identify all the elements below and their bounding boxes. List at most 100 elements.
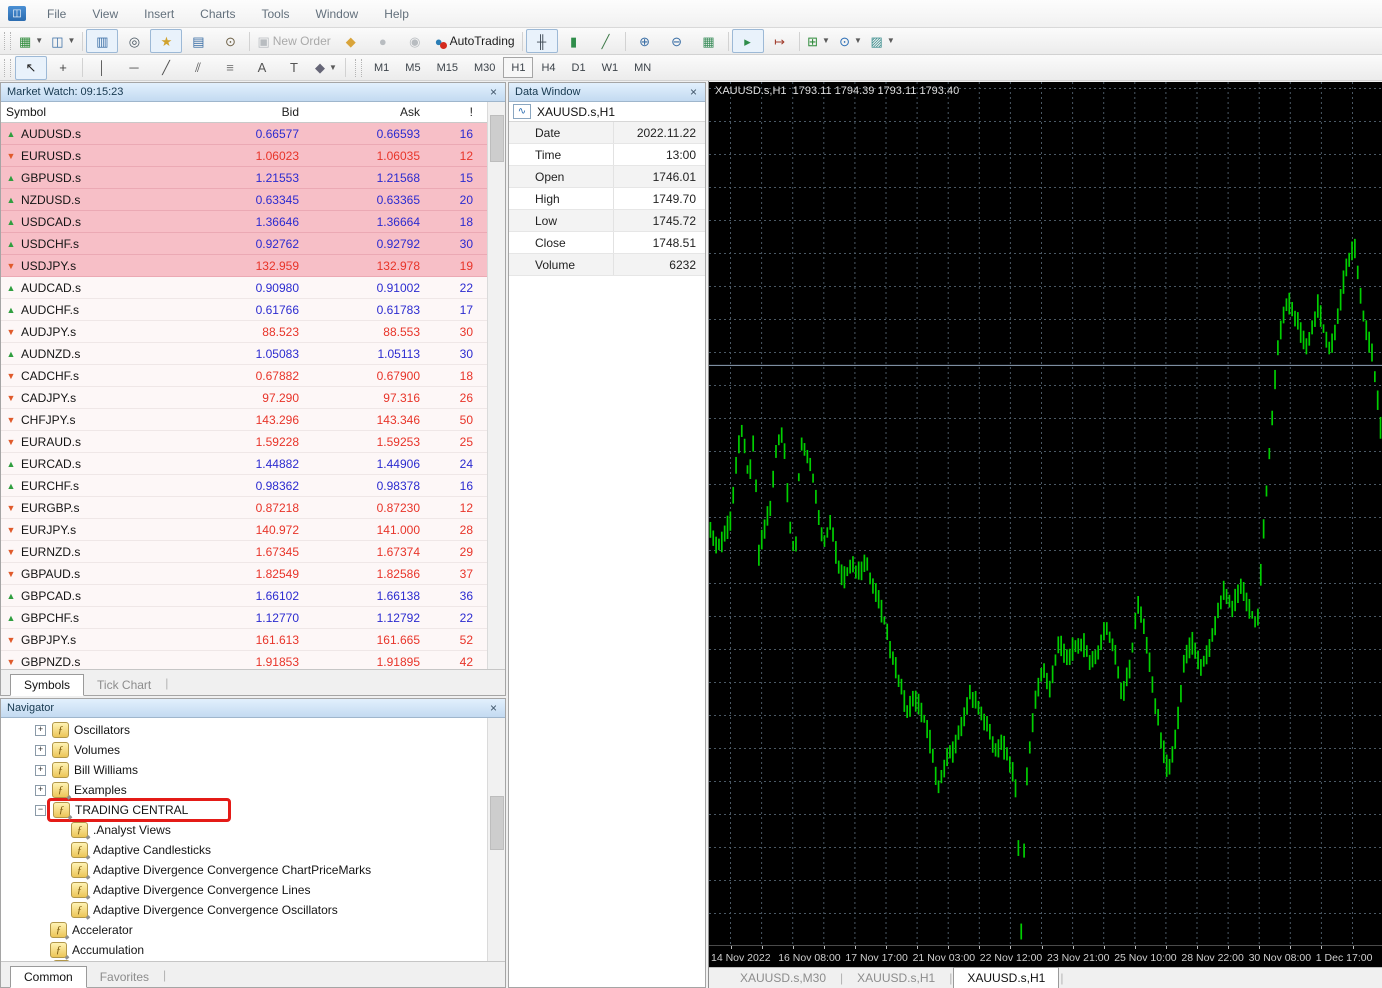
bar-chart-mode-button[interactable]: ╫ xyxy=(526,29,558,53)
new-chart-button[interactable]: ▦▼ xyxy=(15,29,47,53)
tree-item-adaptive-divergence-convergence-chartpricemarks[interactable]: ƒAdaptive Divergence Convergence ChartPr… xyxy=(1,860,505,880)
text-tool[interactable]: A xyxy=(246,56,278,80)
horizontal-line-tool[interactable]: ─ xyxy=(118,56,150,80)
timeframe-m15-button[interactable]: M15 xyxy=(429,57,466,78)
line-chart-mode-button[interactable]: ╱ xyxy=(590,29,622,53)
chevron-down-icon[interactable]: ▼ xyxy=(887,37,895,45)
market-watch-titlebar[interactable]: Market Watch: 09:15:23 × xyxy=(1,83,505,102)
market-watch-scrollbar[interactable] xyxy=(487,102,505,670)
tree-item--analyst-views[interactable]: ƒ.Analyst Views xyxy=(1,820,505,840)
column-header-ask[interactable]: Ask xyxy=(307,105,428,119)
periods-button[interactable]: ⊙▼ xyxy=(835,29,867,53)
table-row-usdjpy.s[interactable]: ▼USDJPY.s132.959132.97819 xyxy=(1,255,505,277)
timeframe-m30-button[interactable]: M30 xyxy=(466,57,503,78)
market-watch-tab-symbols[interactable]: Symbols xyxy=(10,674,84,696)
chart-time-axis[interactable]: 14 Nov 202216 Nov 08:0017 Nov 17:0021 No… xyxy=(709,945,1382,967)
table-row-eurnzd.s[interactable]: ▼EURNZD.s1.673451.6737429 xyxy=(1,541,505,563)
terminal-toggle[interactable]: ▤ xyxy=(182,29,214,53)
tree-item-volumes[interactable]: +ƒVolumes xyxy=(1,740,505,760)
scrollbar-thumb[interactable] xyxy=(490,115,504,162)
autotrading-button[interactable]: ●AutoTrading xyxy=(431,29,519,53)
vertical-line-tool[interactable]: │ xyxy=(86,56,118,80)
zoom-in-button[interactable]: ⊕ xyxy=(629,29,661,53)
table-row-audchf.s[interactable]: ▲AUDCHF.s0.617660.6178317 xyxy=(1,299,505,321)
table-row-audusd.s[interactable]: ▲AUDUSD.s0.665770.6659316 xyxy=(1,123,505,145)
timeframe-h4-button[interactable]: H4 xyxy=(533,57,563,78)
crosshair-tool[interactable]: + xyxy=(47,56,79,80)
expand-plus-icon[interactable]: + xyxy=(35,785,46,796)
navigator-tab-favorites[interactable]: Favorites xyxy=(87,967,162,987)
close-icon[interactable]: × xyxy=(688,86,699,98)
chevron-down-icon[interactable]: ▼ xyxy=(35,37,43,45)
menu-help[interactable]: Help xyxy=(371,2,422,26)
chevron-down-icon[interactable]: ▼ xyxy=(329,64,337,72)
table-row-eurusd.s[interactable]: ▼EURUSD.s1.060231.0603512 xyxy=(1,145,505,167)
timeframe-mn-button[interactable]: MN xyxy=(626,57,659,78)
table-row-eurgbp.s[interactable]: ▼EURGBP.s0.872180.8723012 xyxy=(1,497,505,519)
chart-tab-xauusd-s-m30[interactable]: XAUUSD.s,M30 xyxy=(727,968,839,988)
expand-plus-icon[interactable]: + xyxy=(35,745,46,756)
tree-item-adaptive-candlesticks[interactable]: ƒAdaptive Candlesticks xyxy=(1,840,505,860)
table-row-cadjpy.s[interactable]: ▼CADJPY.s97.29097.31626 xyxy=(1,387,505,409)
collapse-minus-icon[interactable]: − xyxy=(35,805,46,816)
cursor-tool[interactable]: ↖ xyxy=(15,56,47,80)
table-row-eurjpy.s[interactable]: ▼EURJPY.s140.972141.00028 xyxy=(1,519,505,541)
navigator-titlebar[interactable]: Navigator × xyxy=(1,699,505,718)
auto-scroll-button[interactable]: ▸ xyxy=(732,29,764,53)
menu-insert[interactable]: Insert xyxy=(131,2,187,26)
close-icon[interactable]: × xyxy=(488,702,499,714)
timeframe-m1-button[interactable]: M1 xyxy=(366,57,397,78)
tree-item-examples[interactable]: +ƒExamples xyxy=(1,780,505,800)
table-row-audjpy.s[interactable]: ▼AUDJPY.s88.52388.55330 xyxy=(1,321,505,343)
table-row-cadchf.s[interactable]: ▼CADCHF.s0.678820.6790018 xyxy=(1,365,505,387)
toolbar-grip[interactable] xyxy=(355,59,362,77)
timeframe-d1-button[interactable]: D1 xyxy=(564,57,594,78)
tree-item-accelerator[interactable]: ƒAccelerator xyxy=(1,920,505,940)
fibonacci-tool[interactable]: ≡ xyxy=(214,56,246,80)
channel-tool[interactable]: ⫽ xyxy=(182,56,214,80)
timeframe-w1-button[interactable]: W1 xyxy=(594,57,627,78)
new-order-button[interactable]: ▣New Order xyxy=(253,29,334,53)
table-row-nzdusd.s[interactable]: ▲NZDUSD.s0.633450.6336520 xyxy=(1,189,505,211)
expand-plus-icon[interactable]: + xyxy=(35,725,46,736)
column-header-bid[interactable]: Bid xyxy=(185,105,307,119)
trendline-tool[interactable]: ╱ xyxy=(150,56,182,80)
table-row-eurcad.s[interactable]: ▲EURCAD.s1.448821.4490624 xyxy=(1,453,505,475)
candlestick-chart[interactable] xyxy=(709,82,1382,945)
toolbar-grip[interactable] xyxy=(4,59,11,77)
table-row-gbpaud.s[interactable]: ▼GBPAUD.s1.825491.8258637 xyxy=(1,563,505,585)
tree-item-accumulation[interactable]: ƒAccumulation xyxy=(1,940,505,960)
timeframe-h1-button[interactable]: H1 xyxy=(503,57,533,78)
menu-window[interactable]: Window xyxy=(303,2,372,26)
table-row-gbpchf.s[interactable]: ▲GBPCHF.s1.127701.1279222 xyxy=(1,607,505,629)
data-window-symbol-row[interactable]: ∿ XAUUSD.s,H1 xyxy=(509,102,705,122)
toolbar-grip[interactable] xyxy=(4,32,11,50)
table-row-usdchf.s[interactable]: ▲USDCHF.s0.927620.9279230 xyxy=(1,233,505,255)
chart-shift-button[interactable]: ↦ xyxy=(764,29,796,53)
navigator-tab-common[interactable]: Common xyxy=(10,966,87,988)
chevron-down-icon[interactable]: ▼ xyxy=(854,37,862,45)
column-header-[interactable]: ! xyxy=(428,105,484,119)
menu-view[interactable]: View xyxy=(79,2,131,26)
chart-tab-xauusd-s-h1[interactable]: XAUUSD.s,H1 xyxy=(844,968,948,988)
tree-item-bill-williams[interactable]: +ƒBill Williams xyxy=(1,760,505,780)
candlestick-mode-button[interactable]: ▮ xyxy=(558,29,590,53)
table-row-audcad.s[interactable]: ▲AUDCAD.s0.909800.9100222 xyxy=(1,277,505,299)
close-icon[interactable]: × xyxy=(488,86,499,98)
table-row-usdcad.s[interactable]: ▲USDCAD.s1.366461.3666418 xyxy=(1,211,505,233)
table-row-chfjpy.s[interactable]: ▼CHFJPY.s143.296143.34650 xyxy=(1,409,505,431)
text-label-tool[interactable]: T xyxy=(278,56,310,80)
navigator-scrollbar[interactable] xyxy=(487,718,505,962)
profiles-button[interactable]: ◫▼ xyxy=(47,29,79,53)
strategy-tester-button[interactable]: ⊙ xyxy=(214,29,246,53)
market-watch-toggle[interactable]: ▥ xyxy=(86,29,118,53)
chevron-down-icon[interactable]: ▼ xyxy=(68,37,76,45)
market-watch-tab-tick-chart[interactable]: Tick Chart xyxy=(84,675,164,695)
tree-item-trading-central[interactable]: −ƒTRADING CENTRAL xyxy=(1,800,505,820)
table-row-audnzd.s[interactable]: ▲AUDNZD.s1.050831.0511330 xyxy=(1,343,505,365)
arrow-shapes-tool[interactable]: ◆▼ xyxy=(310,56,342,80)
expand-plus-icon[interactable]: + xyxy=(35,765,46,776)
chart-canvas[interactable]: XAUUSD.s,H1 1793.11 1794.39 1793.11 1793… xyxy=(709,82,1382,945)
data-window-toggle[interactable]: ◎ xyxy=(118,29,150,53)
chevron-down-icon[interactable]: ▼ xyxy=(822,37,830,45)
